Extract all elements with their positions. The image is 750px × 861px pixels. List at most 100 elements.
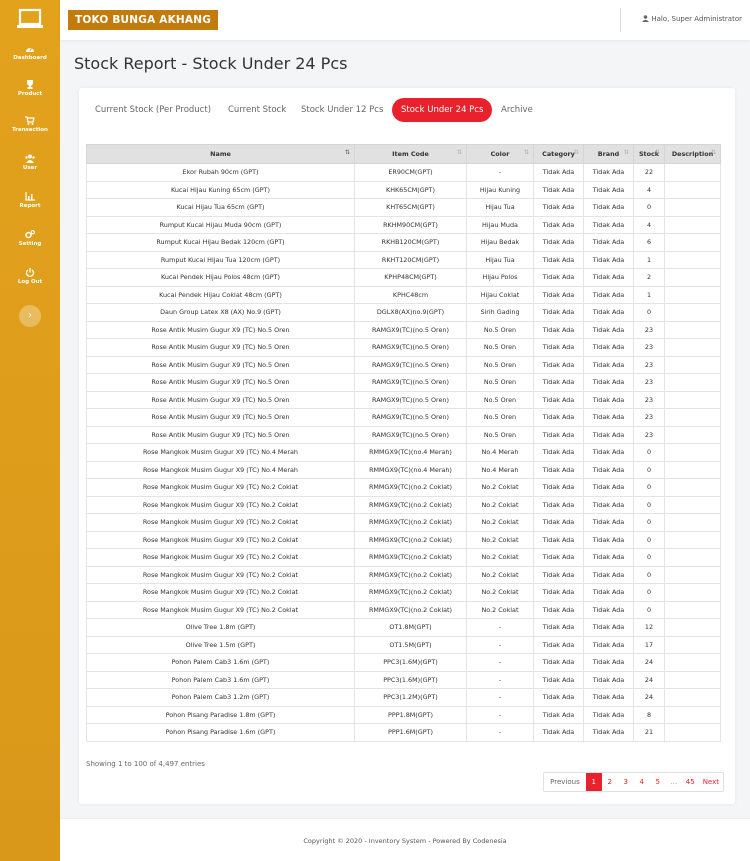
cell-color: No.5 Oren (466, 425, 534, 444)
users-icon (25, 154, 35, 163)
column-header-label: Category (542, 150, 575, 158)
sidebar-item-label: Setting (18, 241, 42, 247)
tab-current-stock[interactable]: Current Stock (219, 98, 295, 122)
cell-item-code: OT1.8M(GPT) (354, 618, 467, 637)
cell-description (664, 618, 721, 637)
cell-stock: 0 (633, 198, 665, 217)
cell-stock: 21 (633, 723, 665, 742)
sidebar-toggle-button[interactable]: › (19, 305, 41, 327)
cell-brand: Tidak Ada (583, 198, 634, 217)
cell-stock: 8 (633, 705, 665, 724)
tab-stock-under-24-pcs[interactable]: Stock Under 24 Pcs (392, 98, 493, 122)
user-greeting: Halo, Super Administrator (651, 15, 742, 23)
user-menu[interactable]: Halo, Super Administrator (642, 15, 742, 23)
tab-stock-under-12-pcs[interactable]: Stock Under 12 Pcs (292, 98, 392, 122)
page-4-button[interactable]: 4 (634, 773, 650, 791)
sidebar-item-transaction[interactable]: Transaction (0, 116, 60, 133)
brand-title[interactable]: TOKO BUNGA AKHANG (68, 10, 219, 30)
cell-category: Tidak Ada (533, 548, 584, 567)
column-header-category[interactable]: Category ⇅ (533, 144, 584, 164)
tab-archive[interactable]: Archive (492, 98, 542, 122)
cell-item-code: RMMGX9(TC)(no.2 Coklat) (354, 513, 467, 532)
cell-brand: Tidak Ada (583, 443, 634, 462)
page-45-button[interactable]: 45 (682, 773, 699, 791)
cell-name: Rose Mangkok Musim Gugur X9 (TC) No.2 Co… (86, 478, 355, 497)
next-page-button[interactable]: Next (699, 773, 723, 791)
cell-item-code: RMMGX9(TC)(no.2 Coklat) (354, 495, 467, 514)
page-3-button[interactable]: 3 (618, 773, 634, 791)
tab-current-stock-per-product[interactable]: Current Stock (Per Product) (86, 98, 220, 122)
cell-color: No.5 Oren (466, 408, 534, 427)
sidebar-item-setting[interactable]: Setting (0, 230, 60, 247)
cell-category: Tidak Ada (533, 583, 584, 602)
cell-brand: Tidak Ada (583, 495, 634, 514)
cell-category: Tidak Ada (533, 320, 584, 339)
cell-name: Rose Antik Musim Gugur X9 (TC) No.5 Oren (86, 425, 355, 444)
cell-brand: Tidak Ada (583, 233, 634, 252)
cell-item-code: RMMGX9(TC)(no.2 Coklat) (354, 478, 467, 497)
sidebar-item-label: Transaction (12, 127, 48, 133)
cell-brand: Tidak Ada (583, 600, 634, 619)
page-5-button[interactable]: 5 (650, 773, 666, 791)
cell-description (664, 320, 721, 339)
cell-category: Tidak Ada (533, 373, 584, 392)
cell-category: Tidak Ada (533, 688, 584, 707)
cell-brand: Tidak Ada (583, 320, 634, 339)
column-header-brand[interactable]: Brand ⇅ (583, 144, 634, 164)
table-row: Pohon Palem Cab3 1.6m (GPT) PPC3(1.6M)(GP… (86, 670, 721, 689)
cell-color: No.4 Merah (466, 460, 534, 479)
cell-item-code: PPC3(1.2M)(GPT) (354, 688, 467, 707)
table-row: Rose Antik Musim Gugur X9 (TC) No.5 Oren… (86, 320, 721, 339)
cell-description (664, 723, 721, 742)
column-header-description[interactable]: Description ⇅ (664, 144, 721, 164)
previous-page-button[interactable]: Previous (544, 773, 586, 791)
sidebar-item-product[interactable]: Product (0, 80, 60, 97)
cell-category: Tidak Ada (533, 478, 584, 497)
cell-name: Pohon Palem Cab3 1.6m (GPT) (86, 653, 355, 672)
cell-stock: 0 (633, 600, 665, 619)
cell-description (664, 355, 721, 374)
cell-description (664, 285, 721, 304)
page-1-button[interactable]: 1 (585, 773, 602, 791)
column-header-label: Description (671, 150, 714, 158)
cell-brand: Tidak Ada (583, 355, 634, 374)
cell-description (664, 583, 721, 602)
page-title: Stock Report - Stock Under 24 Pcs (74, 54, 348, 73)
table-row: Kucai Pendek Hijau Coklat 48cm (GPT) KPHC… (86, 285, 721, 304)
cell-stock: 0 (633, 443, 665, 462)
cell-category: Tidak Ada (533, 303, 584, 322)
cell-brand: Tidak Ada (583, 303, 634, 322)
table-row: Rose Mangkok Musim Gugur X9 (TC) No.2 Co… (86, 565, 721, 584)
column-header-color[interactable]: Color ⇅ (466, 144, 534, 164)
cell-name: Kucai Hijau Tua 65cm (GPT) (86, 198, 355, 217)
sidebar-item-log-out[interactable]: Log Out (0, 268, 60, 285)
sidebar-item-report[interactable]: Report (0, 192, 60, 209)
cell-brand: Tidak Ada (583, 408, 634, 427)
cell-item-code: KPHC48cm (354, 285, 467, 304)
footer-text: Copyright © 2020 - Inventory System - Po… (303, 837, 507, 845)
cell-description (664, 460, 721, 479)
cell-name: Rose Antik Musim Gugur X9 (TC) No.5 Oren (86, 320, 355, 339)
page-2-button[interactable]: 2 (602, 773, 618, 791)
table-row: Rose Antik Musim Gugur X9 (TC) No.5 Oren… (86, 338, 721, 357)
cell-name: Daun Group Latex X8 (AX) No.9 (GPT) (86, 303, 355, 322)
cell-name: Olive Tree 1.5m (GPT) (86, 635, 355, 654)
cell-item-code: OT1.5M(GPT) (354, 635, 467, 654)
sidebar-item-user[interactable]: User (0, 154, 60, 171)
sort-icon: ⇅ (456, 149, 462, 156)
sort-icon: ⇅ (710, 149, 716, 156)
cell-color: Hijau Muda (466, 215, 534, 234)
cell-stock: 6 (633, 233, 665, 252)
cell-color: No.5 Oren (466, 320, 534, 339)
column-header-name[interactable]: Name ⇅ (86, 144, 355, 164)
table-row: Rose Mangkok Musim Gugur X9 (TC) No.2 Co… (86, 583, 721, 602)
sidebar-item-dashboard[interactable]: Dashboard (0, 44, 60, 61)
column-header-stock[interactable]: Stock ⇅ (633, 144, 665, 164)
cell-color: Hijau Bedak (466, 233, 534, 252)
cell-name: Pohon Palem Cab3 1.6m (GPT) (86, 670, 355, 689)
cell-description (664, 163, 721, 182)
cell-item-code: KHK65CM(GPT) (354, 180, 467, 199)
cell-name: Rose Mangkok Musim Gugur X9 (TC) No.4 Me… (86, 460, 355, 479)
cell-stock: 12 (633, 618, 665, 637)
column-header-item-code[interactable]: Item Code ⇅ (354, 144, 467, 164)
